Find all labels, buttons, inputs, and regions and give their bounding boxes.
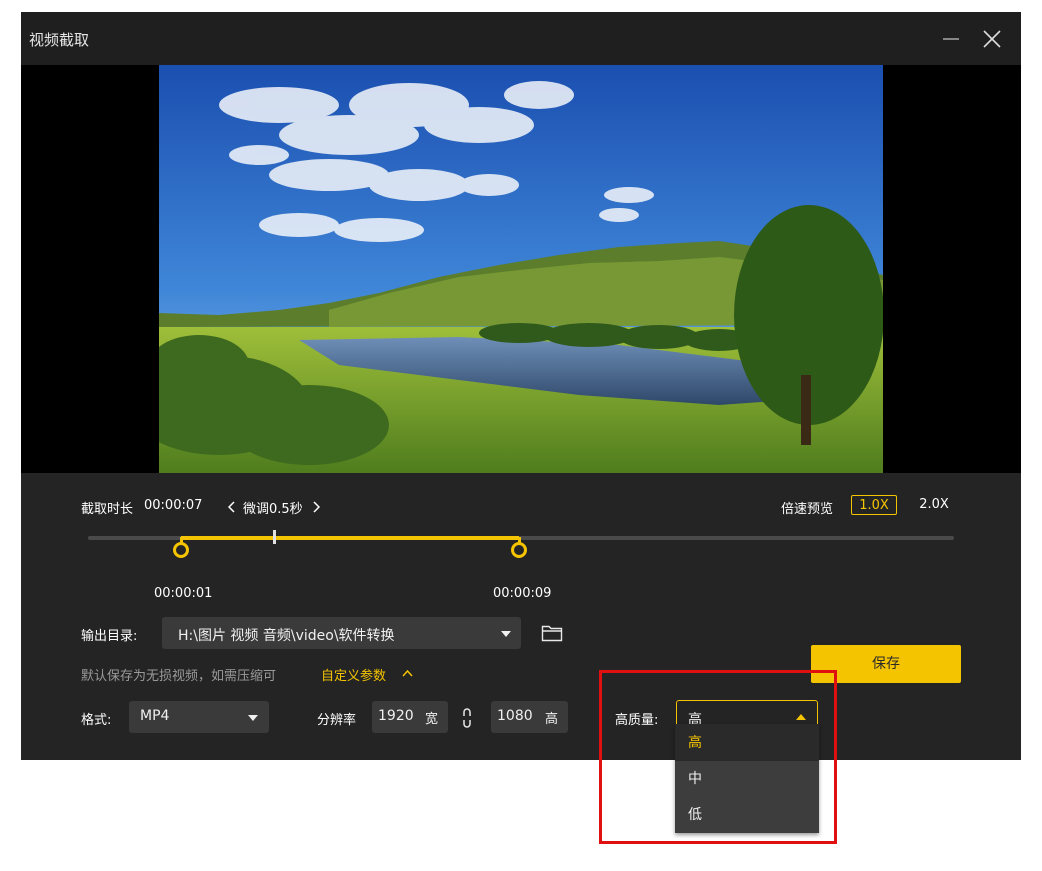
height-input[interactable]: 1080 高 — [491, 701, 568, 733]
resolution-label: 分辨率 — [317, 713, 357, 728]
clip-controls: 截取时长 00:00:07 微调0.5秒 倍速预览 1.0X 2.0X 00:0… — [21, 473, 1021, 760]
playhead[interactable] — [273, 530, 276, 544]
chevron-up-icon — [402, 669, 413, 677]
timeline-track[interactable] — [88, 536, 954, 540]
width-value: 1920 — [378, 708, 414, 724]
link-icon[interactable] — [462, 707, 472, 729]
caret-down-icon — [248, 715, 258, 721]
height-value: 1080 — [497, 708, 533, 724]
start-time-label: 00:00:01 — [154, 586, 213, 601]
title-bar: 视频截取 — [21, 12, 1021, 65]
output-dir-select[interactable]: H:\图片 视频 音频\video\软件转换 — [162, 617, 521, 649]
output-dir-path: H:\图片 视频 音频\video\软件转换 — [178, 628, 395, 644]
fine-tune-control: 微调0.5秒 — [226, 498, 330, 517]
custom-params-toggle[interactable]: 自定义参数 — [321, 663, 421, 684]
landscape-image — [159, 65, 883, 473]
timeline-selection — [181, 536, 519, 540]
close-icon — [983, 30, 1001, 48]
duration-label: 截取时长 — [81, 502, 134, 517]
chevron-right-icon[interactable] — [312, 501, 320, 513]
video-frame — [159, 65, 883, 473]
format-select[interactable]: MP4 — [129, 701, 269, 733]
output-dir-label: 输出目录: — [81, 629, 138, 644]
fine-tune-label: 微调0.5秒 — [243, 502, 303, 517]
end-time-label: 00:00:09 — [493, 586, 552, 601]
window-title: 视频截取 — [29, 31, 90, 49]
speed-preview-label: 倍速预览 — [781, 502, 834, 517]
width-input[interactable]: 1920 宽 — [372, 701, 448, 733]
caret-down-icon — [501, 631, 511, 637]
start-handle[interactable] — [173, 542, 189, 558]
video-clip-window: 视频截取 截取时长 00:00:07 微调0.5秒 倍速预览 1.0X 2.0X… — [21, 12, 1021, 760]
height-unit: 高 — [544, 712, 558, 727]
end-handle[interactable] — [511, 542, 527, 558]
speed-option-2x[interactable]: 2.0X — [914, 495, 954, 515]
speed-option-1x[interactable]: 1.0X — [851, 495, 897, 515]
video-preview — [21, 65, 1021, 473]
custom-params-label: 自定义参数 — [321, 669, 387, 684]
close-button[interactable] — [979, 26, 1005, 52]
highlight-box — [599, 670, 837, 844]
duration-value: 00:00:07 — [144, 498, 203, 513]
format-label: 格式: — [81, 713, 112, 728]
minimize-button[interactable] — [938, 26, 964, 52]
save-hint: 默认保存为无损视频，如需压缩可 — [81, 669, 277, 684]
chevron-left-icon[interactable] — [228, 501, 236, 513]
minimize-icon — [943, 38, 959, 40]
format-value: MP4 — [140, 708, 170, 724]
width-unit: 宽 — [424, 712, 438, 727]
folder-icon[interactable] — [541, 624, 563, 642]
